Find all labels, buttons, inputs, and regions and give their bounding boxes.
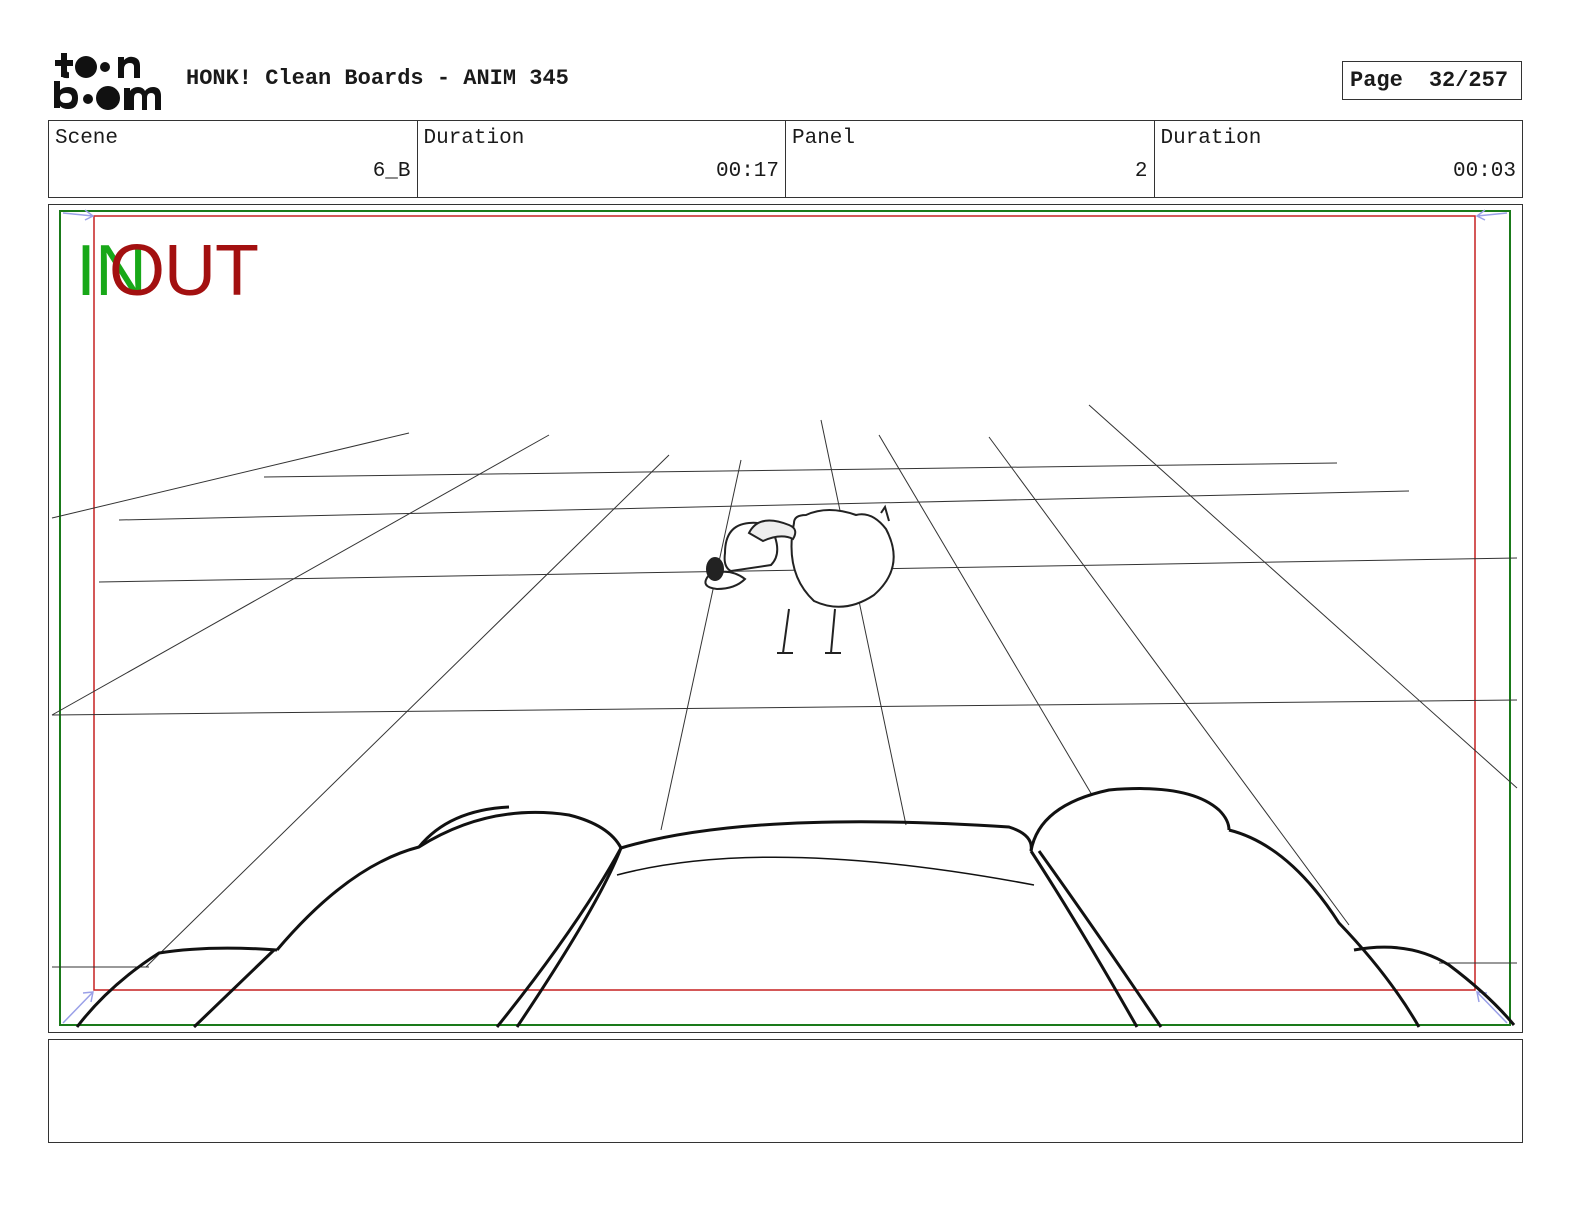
storyboard-panel: IN OUT	[48, 204, 1523, 1033]
camera-frame	[93, 215, 1476, 991]
out-marker: OUT	[109, 231, 259, 311]
page-indicator: Page 32/257	[1342, 61, 1522, 100]
scene-duration-cell: Duration 00:17	[416, 121, 786, 197]
scene-duration-value: 00:17	[715, 160, 779, 183]
panel-notes-box	[48, 1039, 1523, 1143]
scene-label: Scene	[55, 127, 119, 150]
document-title: HONK! Clean Boards - ANIM 345	[186, 66, 569, 91]
floor-grid	[51, 404, 1518, 968]
toon-boom-logo	[54, 53, 161, 110]
scene-value: 6_B	[372, 160, 411, 183]
corner-arrows	[62, 209, 1508, 1024]
panel-duration-label: Duration	[1160, 127, 1262, 150]
panel-drawing	[51, 209, 1518, 1029]
page-label: Page	[1350, 68, 1403, 93]
panel-duration-cell: Duration 00:03	[1153, 121, 1523, 197]
car-hood-drawing	[75, 787, 1516, 1029]
safe-frame	[59, 210, 1511, 1026]
scene-duration-label: Duration	[423, 127, 525, 150]
panel-cell: Panel 2	[785, 121, 1154, 197]
panel-duration-value: 00:03	[1452, 160, 1516, 183]
scene-cell: Scene 6_B	[49, 121, 417, 197]
panel-value: 2	[1134, 160, 1148, 183]
scene-info-table: Scene 6_B Duration 00:17 Panel 2 Duratio…	[48, 120, 1523, 198]
panel-label: Panel	[792, 127, 856, 150]
page-number: 32/257	[1428, 68, 1509, 93]
